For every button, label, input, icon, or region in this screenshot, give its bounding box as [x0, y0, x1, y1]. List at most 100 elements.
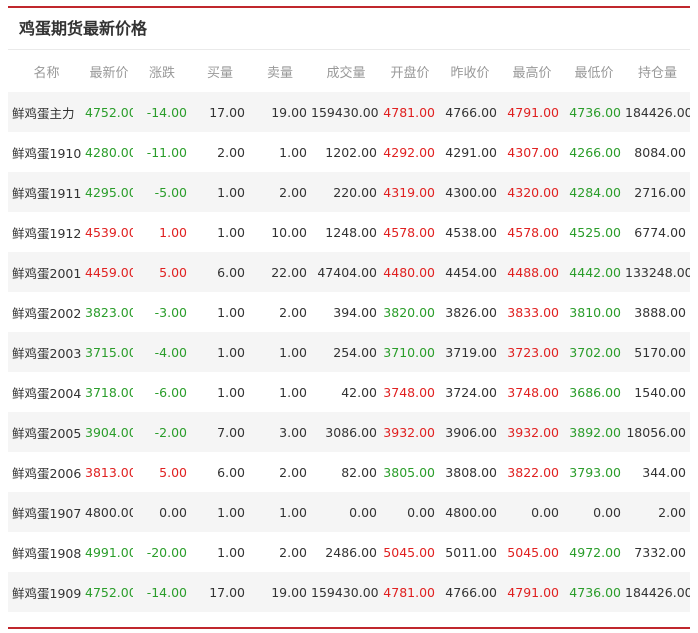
cell-high: 0.00	[501, 492, 563, 532]
cell-latest: 4991.00	[85, 532, 133, 572]
cell-open: 3748.00	[381, 372, 439, 412]
column-header-prev-close: 昨收价	[450, 65, 490, 81]
table-row[interactable]: 鲜鸡蛋1911 4295.00 -5.00 1.00 2.00 220.00 4319.00…	[8, 172, 690, 212]
cell-low: 4284.00	[563, 172, 625, 212]
cell-latest: 4459.00	[85, 252, 133, 292]
table-body: 鲜鸡蛋主力 4752.00 -14.00 17.00 19.00 159430.00 478…	[8, 92, 690, 612]
cell-name[interactable]: 鲜鸡蛋1912	[8, 212, 85, 252]
column-header-latest: 最新价	[89, 65, 129, 81]
cell-ask: 19.00	[249, 92, 311, 132]
cell-latest: 3718.00	[85, 372, 133, 412]
cell-ask: 2.00	[249, 292, 311, 332]
cell-low: 4972.00	[563, 532, 625, 572]
cell-bid: 6.00	[191, 252, 249, 292]
table-row[interactable]: 鲜鸡蛋主力 4752.00 -14.00 17.00 19.00 159430.00 478…	[8, 92, 690, 132]
cell-bid: 1.00	[191, 332, 249, 372]
table-row[interactable]: 鲜鸡蛋1912 4539.00 1.00 1.00 10.00 1248.00 4578.0…	[8, 212, 690, 252]
cell-change: 1.00	[133, 212, 191, 252]
cell-latest: 3813.00	[85, 452, 133, 492]
cell-high: 3932.00	[501, 412, 563, 452]
cell-open: 3805.00	[381, 452, 439, 492]
cell-open: 3820.00	[381, 292, 439, 332]
cell-name[interactable]: 鲜鸡蛋1911	[8, 172, 85, 212]
cell-low: 3686.00	[563, 372, 625, 412]
cell-high: 4320.00	[501, 172, 563, 212]
table-row[interactable]: 鲜鸡蛋2001 4459.00 5.00 6.00 22.00 47404.00 4480.…	[8, 252, 690, 292]
cell-name[interactable]: 鲜鸡蛋主力	[8, 92, 85, 132]
column-header-high: 最高价	[512, 65, 552, 81]
cell-open: 4781.00	[381, 92, 439, 132]
cell-high: 4488.00	[501, 252, 563, 292]
cell-name[interactable]: 鲜鸡蛋1909	[8, 572, 85, 612]
cell-ask: 19.00	[249, 572, 311, 612]
column-header-bid: 买量	[206, 65, 233, 81]
cell-high: 3822.00	[501, 452, 563, 492]
cell-bid: 1.00	[191, 212, 249, 252]
column-header-ask: 卖量	[266, 65, 293, 81]
cell-ask: 1.00	[249, 492, 311, 532]
cell-latest: 4295.00	[85, 172, 133, 212]
cell-prev-close: 3724.00	[439, 372, 501, 412]
table-row[interactable]: 鲜鸡蛋2002 3823.00 -3.00 1.00 2.00 394.00 3820.00…	[8, 292, 690, 332]
cell-volume: 394.00	[311, 292, 381, 332]
cell-volume: 220.00	[311, 172, 381, 212]
cell-change: -3.00	[133, 292, 191, 332]
cell-change: -6.00	[133, 372, 191, 412]
cell-latest: 4752.00	[85, 92, 133, 132]
cell-low: 4442.00	[563, 252, 625, 292]
futures-price-panel: 鸡蛋期货最新价格 名称 最新价 涨跌 买量 卖量 成交量 开盘价 昨收价 最高价…	[8, 6, 690, 629]
cell-name[interactable]: 鲜鸡蛋2004	[8, 372, 85, 412]
table-row[interactable]: 鲜鸡蛋2006 3813.00 5.00 6.00 2.00 82.00 3805.00 38…	[8, 452, 690, 492]
price-table: 名称 最新价 涨跌 买量 卖量 成交量 开盘价 昨收价 最高价 最低价 持仓量 …	[8, 50, 690, 612]
cell-prev-close: 4766.00	[439, 572, 501, 612]
cell-high: 3723.00	[501, 332, 563, 372]
cell-bid: 17.00	[191, 92, 249, 132]
cell-name[interactable]: 鲜鸡蛋2001	[8, 252, 85, 292]
cell-prev-close: 4454.00	[439, 252, 501, 292]
cell-name[interactable]: 鲜鸡蛋1910	[8, 132, 85, 172]
table-row[interactable]: 鲜鸡蛋1910 4280.00 -11.00 2.00 1.00 1202.00 4292.…	[8, 132, 690, 172]
table-row[interactable]: 鲜鸡蛋2005 3904.00 -2.00 7.00 3.00 3086.00 3932.0…	[8, 412, 690, 452]
cell-name[interactable]: 鲜鸡蛋2006	[8, 452, 85, 492]
cell-change: 5.00	[133, 452, 191, 492]
cell-low: 4266.00	[563, 132, 625, 172]
cell-volume: 42.00	[311, 372, 381, 412]
cell-prev-close: 4291.00	[439, 132, 501, 172]
cell-name[interactable]: 鲜鸡蛋1907	[8, 492, 85, 532]
cell-open: 4578.00	[381, 212, 439, 252]
table-row[interactable]: 鲜鸡蛋1907 4800.00 0.00 1.00 1.00 0.00 0.00 4800.0…	[8, 492, 690, 532]
cell-bid: 7.00	[191, 412, 249, 452]
cell-open-interest: 8084.00	[625, 132, 690, 172]
cell-change: -2.00	[133, 412, 191, 452]
cell-bid: 1.00	[191, 172, 249, 212]
cell-name[interactable]: 鲜鸡蛋2005	[8, 412, 85, 452]
table-row[interactable]: 鲜鸡蛋2004 3718.00 -6.00 1.00 1.00 42.00 3748.00 3…	[8, 372, 690, 412]
cell-latest: 3715.00	[85, 332, 133, 372]
cell-prev-close: 3719.00	[439, 332, 501, 372]
cell-low: 4736.00	[563, 572, 625, 612]
table-row[interactable]: 鲜鸡蛋1908 4991.00 -20.00 1.00 2.00 2486.00 5045.…	[8, 532, 690, 572]
cell-name[interactable]: 鲜鸡蛋1908	[8, 532, 85, 572]
table-row[interactable]: 鲜鸡蛋1909 4752.00 -14.00 17.00 19.00 159430.00 4…	[8, 572, 690, 612]
cell-name[interactable]: 鲜鸡蛋2002	[8, 292, 85, 332]
cell-high: 5045.00	[501, 532, 563, 572]
cell-high: 3748.00	[501, 372, 563, 412]
cell-prev-close: 5011.00	[439, 532, 501, 572]
cell-bid: 6.00	[191, 452, 249, 492]
cell-change: -20.00	[133, 532, 191, 572]
cell-open-interest: 344.00	[625, 452, 690, 492]
cell-prev-close: 4800.00	[439, 492, 501, 532]
cell-open-interest: 1540.00	[625, 372, 690, 412]
cell-volume: 3086.00	[311, 412, 381, 452]
cell-change: 5.00	[133, 252, 191, 292]
cell-open: 4292.00	[381, 132, 439, 172]
cell-prev-close: 4538.00	[439, 212, 501, 252]
table-row[interactable]: 鲜鸡蛋2003 3715.00 -4.00 1.00 1.00 254.00 3710.00…	[8, 332, 690, 372]
cell-name[interactable]: 鲜鸡蛋2003	[8, 332, 85, 372]
cell-prev-close: 4300.00	[439, 172, 501, 212]
cell-change: -11.00	[133, 132, 191, 172]
cell-open: 0.00	[381, 492, 439, 532]
cell-low: 4525.00	[563, 212, 625, 252]
cell-volume: 159430.00	[311, 572, 381, 612]
cell-latest: 4752.00	[85, 572, 133, 612]
